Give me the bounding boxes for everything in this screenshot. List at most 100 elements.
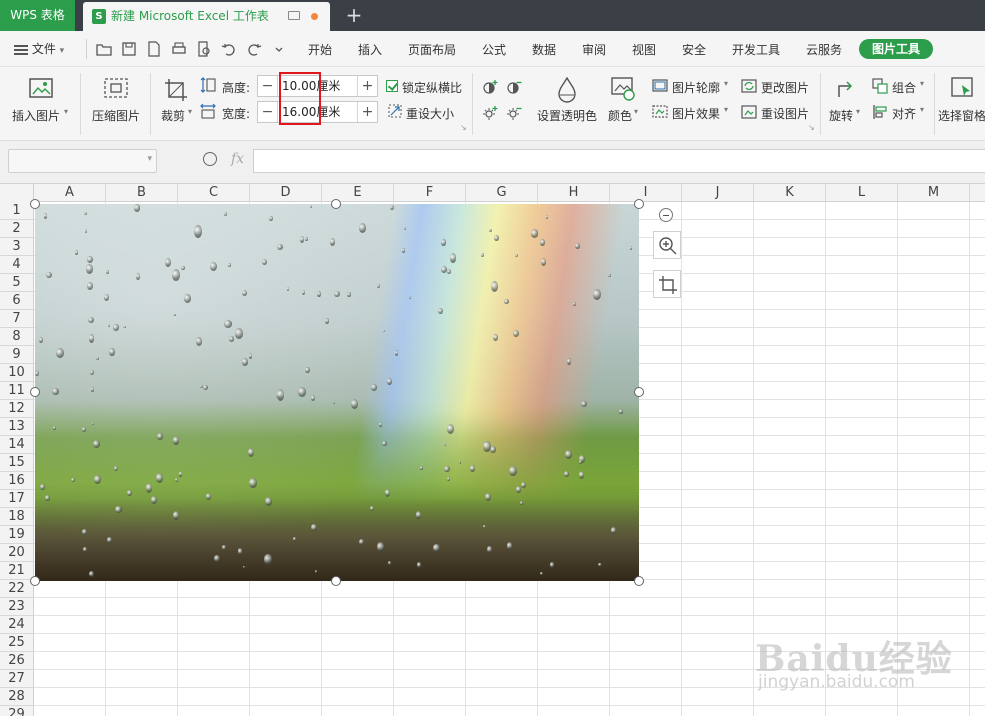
app-tab[interactable]: WPS 表格 [0, 0, 75, 31]
row-header-4[interactable]: 4 [0, 256, 34, 274]
menu-formulas[interactable]: 公式 [482, 41, 506, 58]
row-header-9[interactable]: 9 [0, 346, 34, 364]
row-header-11[interactable]: 11 [0, 382, 34, 400]
menu-data[interactable]: 数据 [532, 41, 556, 58]
print-preview-icon[interactable] [196, 41, 212, 57]
resize-handle-bottom-left[interactable] [30, 576, 40, 586]
column-header-g[interactable]: G [466, 184, 538, 202]
open-folder-icon[interactable] [96, 41, 112, 57]
row-header-1[interactable]: 1 [0, 202, 34, 220]
fx-icon[interactable]: fx [231, 151, 244, 167]
column-header-c[interactable]: C [178, 184, 250, 202]
crop-picture-button[interactable] [653, 270, 681, 298]
column-header-d[interactable]: D [250, 184, 322, 202]
menu-developer-tools[interactable]: 开发工具 [732, 41, 780, 58]
row-header-26[interactable]: 26 [0, 652, 34, 670]
column-header-h[interactable]: H [538, 184, 610, 202]
row-header-20[interactable]: 20 [0, 544, 34, 562]
row-header-12[interactable]: 12 [0, 400, 34, 418]
redo-icon[interactable] [246, 41, 262, 57]
row-header-8[interactable]: 8 [0, 328, 34, 346]
resize-handle-bottom-right[interactable] [634, 576, 644, 586]
column-header-f[interactable]: F [394, 184, 466, 202]
row-header-17[interactable]: 17 [0, 490, 34, 508]
customize-toolbar-icon[interactable] [271, 41, 287, 57]
decrease-contrast-icon[interactable] [506, 79, 522, 95]
menu-picture-tools[interactable]: 图片工具 [859, 39, 934, 59]
row-header-3[interactable]: 3 [0, 238, 34, 256]
row-header-14[interactable]: 14 [0, 436, 34, 454]
picture-effect-button[interactable]: 图片效果 [672, 105, 720, 122]
document-tab[interactable]: S 新建 Microsoft Excel 工作表 [83, 2, 330, 31]
decrease-height-button[interactable]: − [258, 76, 278, 96]
resize-handle-left[interactable] [30, 387, 40, 397]
row-header-5[interactable]: 5 [0, 274, 34, 292]
row-header-2[interactable]: 2 [0, 220, 34, 238]
row-header-16[interactable]: 16 [0, 472, 34, 490]
collapse-float-toolbar-button[interactable] [659, 208, 673, 222]
increase-width-button[interactable]: + [357, 102, 377, 122]
menu-cloud-services[interactable]: 云服务 [806, 41, 842, 58]
row-header-28[interactable]: 28 [0, 688, 34, 706]
select-all-corner[interactable] [0, 184, 34, 202]
row-header-24[interactable]: 24 [0, 616, 34, 634]
align-button[interactable]: 对齐 [892, 105, 916, 122]
dialog-launcher-icon[interactable]: ↘ [460, 123, 467, 132]
resize-handle-top-right[interactable] [634, 199, 644, 209]
column-header-m[interactable]: M [898, 184, 970, 202]
print-icon[interactable] [171, 41, 187, 57]
menu-insert[interactable]: 插入 [358, 41, 382, 58]
increase-brightness-icon[interactable] [482, 105, 498, 121]
column-header-b[interactable]: B [106, 184, 178, 202]
zoom-picture-button[interactable] [653, 231, 681, 259]
export-pdf-icon[interactable] [146, 41, 162, 57]
menu-home[interactable]: 开始 [308, 41, 332, 58]
zoom-icon[interactable] [203, 152, 217, 166]
picture-outline-button[interactable]: 图片轮廓 [672, 79, 720, 96]
row-header-15[interactable]: 15 [0, 454, 34, 472]
column-header-l[interactable]: L [826, 184, 898, 202]
chevron-down-icon[interactable]: ▾ [147, 154, 152, 164]
reset-picture-button[interactable]: 重设图片 [761, 105, 809, 122]
increase-contrast-icon[interactable] [482, 79, 498, 95]
row-header-7[interactable]: 7 [0, 310, 34, 328]
column-header-j[interactable]: J [682, 184, 754, 202]
row-header-13[interactable]: 13 [0, 418, 34, 436]
row-header-23[interactable]: 23 [0, 598, 34, 616]
decrease-brightness-icon[interactable] [506, 105, 522, 121]
menu-page-layout[interactable]: 页面布局 [408, 41, 456, 58]
row-header-29[interactable]: 29 [0, 706, 34, 716]
decrease-width-button[interactable]: − [258, 102, 278, 122]
increase-height-button[interactable]: + [357, 76, 377, 96]
new-tab-button[interactable]: + [343, 3, 365, 27]
undo-icon[interactable] [221, 41, 237, 57]
column-header-a[interactable]: A [34, 184, 106, 202]
inserted-picture[interactable] [35, 204, 639, 581]
row-header-10[interactable]: 10 [0, 364, 34, 382]
formula-input[interactable] [253, 149, 985, 173]
resize-handle-top[interactable] [331, 199, 341, 209]
menu-view[interactable]: 视图 [632, 41, 656, 58]
screen-icon[interactable] [288, 11, 300, 20]
menu-security[interactable]: 安全 [682, 41, 706, 58]
row-header-25[interactable]: 25 [0, 634, 34, 652]
row-header-22[interactable]: 22 [0, 580, 34, 598]
menu-review[interactable]: 审阅 [582, 41, 606, 58]
row-header-19[interactable]: 19 [0, 526, 34, 544]
name-box[interactable]: ▾ [8, 149, 157, 173]
reset-size-button[interactable]: 重设大小 [406, 105, 454, 122]
column-header-k[interactable]: K [754, 184, 826, 202]
row-header-6[interactable]: 6 [0, 292, 34, 310]
resize-handle-top-left[interactable] [30, 199, 40, 209]
dialog-launcher-icon[interactable]: ↘ [808, 123, 815, 132]
save-icon[interactable] [121, 41, 137, 57]
column-header-i[interactable]: I [610, 184, 682, 202]
resize-handle-right[interactable] [634, 387, 644, 397]
file-menu[interactable]: 文件 ▾ [14, 40, 64, 57]
lock-ratio-checkbox[interactable] [386, 80, 398, 92]
row-header-27[interactable]: 27 [0, 670, 34, 688]
row-header-21[interactable]: 21 [0, 562, 34, 580]
resize-handle-bottom[interactable] [331, 576, 341, 586]
change-picture-button[interactable]: 更改图片 [761, 79, 809, 96]
group-button[interactable]: 组合 [892, 79, 916, 96]
